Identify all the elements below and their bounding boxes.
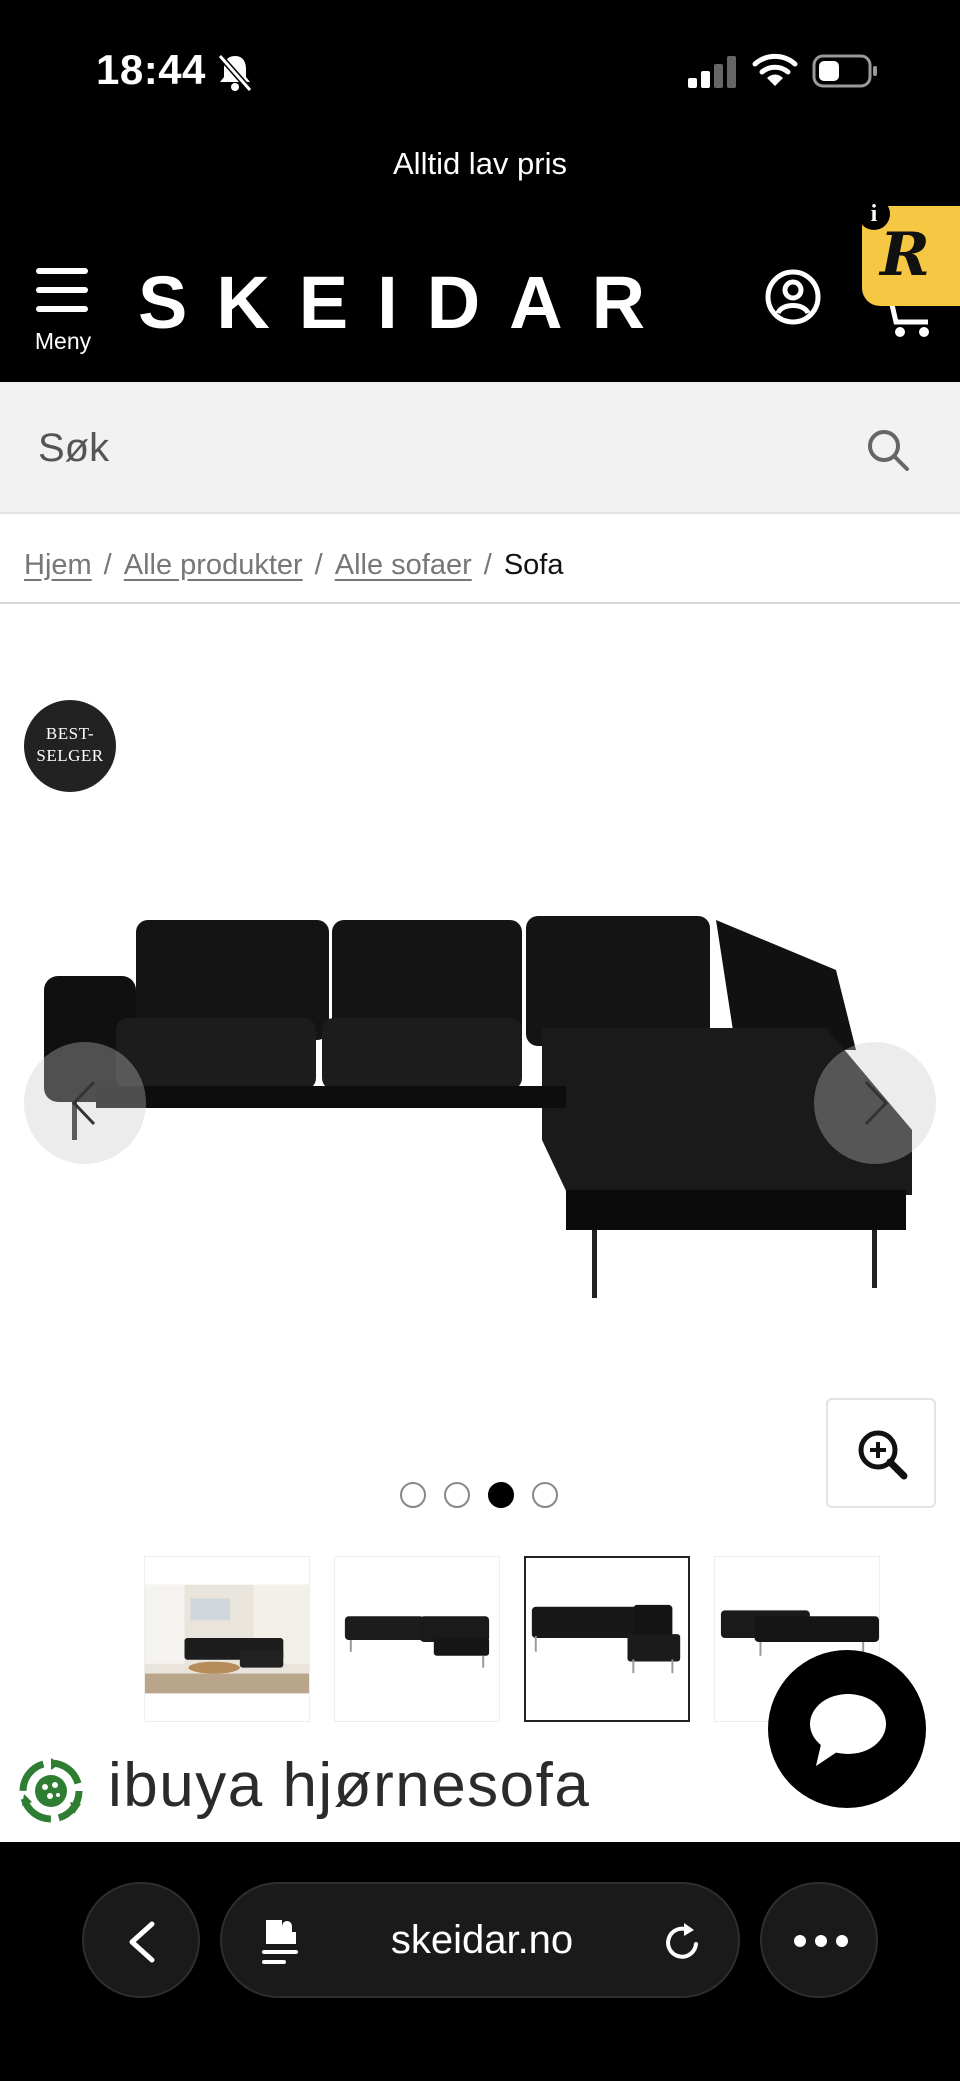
search-bar [0,382,960,514]
zoom-in-icon [858,1430,908,1480]
hamburger-icon [36,268,88,316]
thumbnail[interactable] [334,1556,500,1722]
more-icon [794,1935,848,1947]
badge-line-1: BEST- [45,724,95,743]
address-bar[interactable]: skeidar.no [220,1882,740,1998]
browser-back-button[interactable] [82,1882,200,1998]
divider [0,602,960,604]
breadcrumb-link-home[interactable]: Hjem [24,549,92,582]
thumbnail-strip [144,1556,884,1722]
status-bar: 18:44 [0,0,960,140]
product-image[interactable] [36,900,924,1300]
account-icon[interactable] [764,268,822,326]
search-icon[interactable] [866,428,910,472]
breadcrumb: Hjem / Alle produkter / Alle sofaer / So… [24,540,563,590]
gallery-pagination [400,1482,560,1510]
breadcrumb-current: Sofa [503,548,564,581]
cell-signal-icon [688,56,736,88]
chevron-left-icon [71,1080,96,1126]
page-menu-icon [262,1920,298,1964]
ibuya-logo-icon [19,1758,83,1823]
status-time: 18:44 [96,46,206,93]
site-header: Meny SKEIDAR [0,232,960,382]
promo-banner: Alltid lav pris [0,140,960,232]
search-input[interactable] [38,408,838,488]
breadcrumb-separator: / [103,548,112,581]
browser-toolbar: skeidar.no [0,1842,960,2081]
reload-icon[interactable] [660,1920,704,1964]
battery-icon [812,54,877,88]
zoom-button[interactable] [826,1398,936,1508]
chat-button[interactable] [768,1650,926,1808]
wifi-icon [752,53,798,86]
review-badge-letter: R [880,220,930,290]
gallery-prev-button[interactable] [24,1042,146,1164]
url-text: skeidar.no [390,1918,574,1962]
gallery-dot[interactable] [400,1482,426,1508]
chevron-right-icon [864,1080,889,1126]
product-title: ibuya hjørnesofa [108,1751,591,1820]
bell-off-icon [217,54,253,92]
promo-text: Alltid lav pris [393,146,567,181]
gallery-dot[interactable] [444,1482,470,1508]
breadcrumb-link-all-products[interactable]: Alle produkter [124,549,303,582]
chat-bubble-icon [810,1694,886,1766]
thumbnail-image-sofa-corner [531,1604,681,1674]
breadcrumb-separator: / [314,548,323,581]
menu-label: Meny [34,328,92,354]
review-info-icon[interactable]: i [858,198,890,230]
browser-more-button[interactable] [760,1882,878,1998]
thumbnail-image-room [145,1584,309,1694]
gallery-next-button[interactable] [814,1042,936,1164]
gallery-dot-active[interactable] [488,1482,514,1508]
bestseller-badge: BEST- SELGER [24,700,116,792]
thumbnail-image-sofa-front [344,1616,490,1668]
thumbnail-selected[interactable] [524,1556,690,1722]
breadcrumb-separator: / [483,548,492,581]
badge-line-2: SELGER [36,746,104,765]
site-logo[interactable]: SKEIDAR [138,260,674,345]
product-title-row: ibuya hjørnesofa [16,1750,776,1834]
breadcrumb-link-all-sofas[interactable]: Alle sofaer [335,549,472,582]
gallery-dot[interactable] [532,1482,558,1508]
menu-button[interactable]: Meny [26,268,98,364]
chevron-left-icon [129,1921,155,1963]
thumbnail[interactable] [144,1556,310,1722]
